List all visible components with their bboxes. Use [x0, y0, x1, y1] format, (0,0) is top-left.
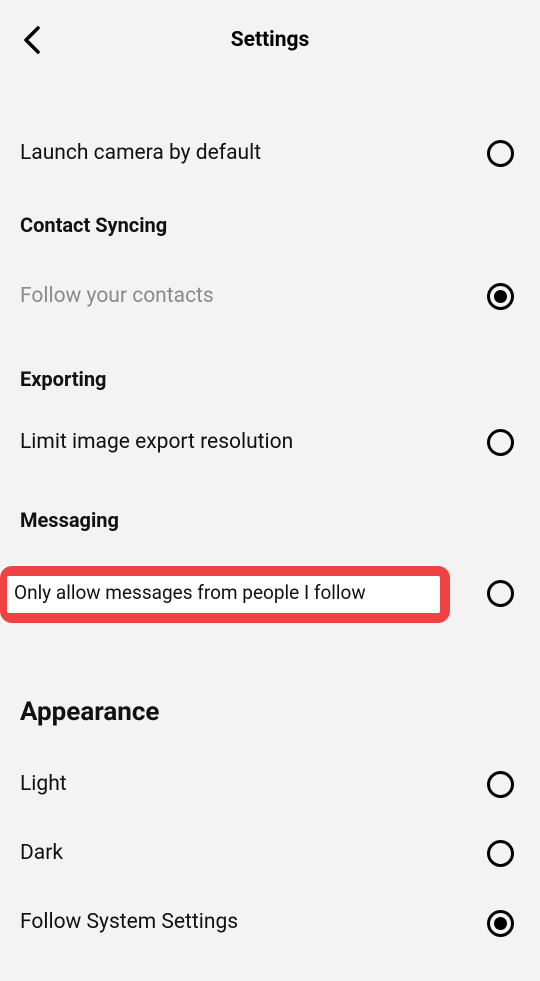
section-appearance: Appearance [8, 697, 532, 727]
setting-appearance-dark[interactable]: Dark [8, 840, 532, 867]
setting-label: Follow System Settings [20, 909, 238, 936]
radio-dark[interactable] [487, 840, 514, 867]
setting-label: Only allow messages from people I follow [14, 581, 366, 606]
radio-light[interactable] [487, 771, 514, 798]
setting-label: Follow your contacts [20, 283, 214, 310]
header: Settings [8, 14, 532, 66]
radio-follow-system[interactable] [487, 910, 514, 937]
page-title: Settings [231, 28, 310, 52]
setting-follow-contacts[interactable]: Follow your contacts [8, 283, 532, 310]
setting-appearance-light[interactable]: Light [8, 771, 532, 798]
highlighted-setting: Only allow messages from people I follow [8, 580, 532, 607]
setting-only-followed[interactable]: Only allow messages from people I follow [8, 580, 532, 607]
setting-label: Dark [20, 840, 63, 867]
radio-only-followed[interactable] [487, 580, 514, 607]
section-exporting: Exporting [8, 367, 532, 391]
setting-label: Limit image export resolution [20, 429, 293, 456]
setting-limit-export[interactable]: Limit image export resolution [8, 429, 532, 456]
setting-label: Light [20, 771, 67, 798]
setting-launch-camera[interactable]: Launch camera by default [8, 140, 532, 167]
section-messaging: Messaging [8, 508, 532, 532]
radio-follow-contacts[interactable] [487, 283, 514, 310]
setting-appearance-follow-system[interactable]: Follow System Settings [8, 909, 532, 936]
radio-launch-camera[interactable] [487, 140, 514, 167]
chevron-left-icon [23, 26, 41, 54]
radio-limit-export[interactable] [487, 429, 514, 456]
back-button[interactable] [8, 16, 56, 64]
setting-label: Launch camera by default [20, 140, 261, 167]
section-contact-syncing: Contact Syncing [8, 213, 532, 237]
